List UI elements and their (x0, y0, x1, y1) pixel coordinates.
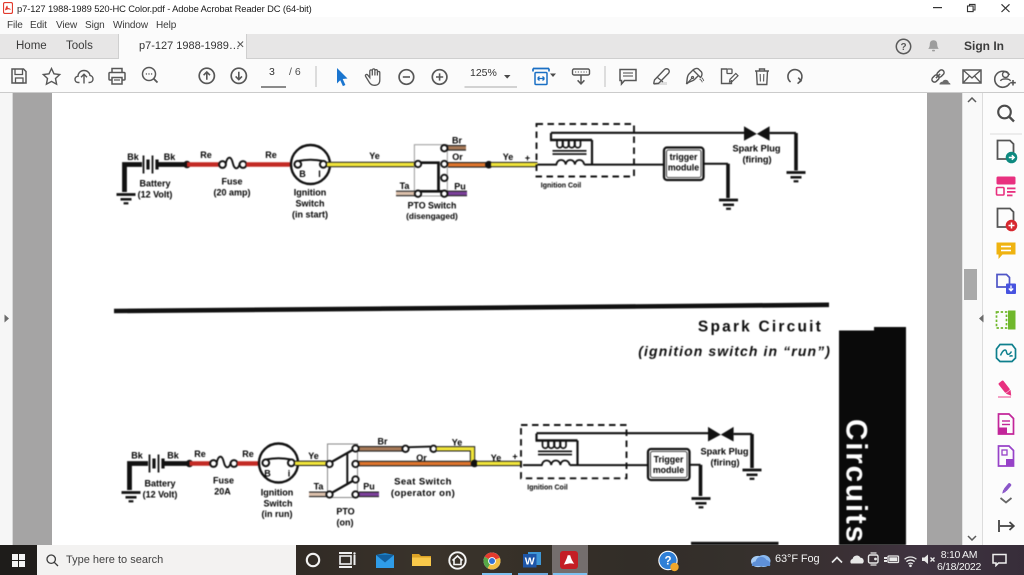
svg-text:Ignition: Ignition (261, 488, 294, 498)
svg-text:Re: Re (194, 449, 206, 459)
svg-text:Or: Or (416, 453, 427, 463)
svg-text:Spark Plug: Spark Plug (733, 144, 781, 154)
svg-text:?: ? (664, 556, 671, 568)
svg-text:Circuits: Circuits (840, 419, 873, 544)
svg-text:Seat Switch: Seat Switch (394, 477, 452, 488)
svg-text:Ye: Ye (491, 453, 502, 463)
svg-text:i: i (288, 469, 291, 479)
svg-text:+: + (525, 153, 530, 163)
svg-text:Bk: Bk (131, 451, 143, 461)
svg-text:Br: Br (377, 437, 387, 447)
svg-text:(firing): (firing) (710, 458, 739, 468)
svg-text:Battery: Battery (144, 479, 175, 489)
svg-text:PTO: PTO (336, 507, 354, 517)
svg-text:I: I (318, 169, 321, 179)
svg-text:Or: Or (452, 152, 463, 162)
svg-text:W: W (525, 556, 535, 568)
svg-text:20A: 20A (214, 487, 231, 497)
svg-text:B: B (264, 469, 271, 479)
svg-text:?: ? (900, 42, 906, 53)
svg-text:+: + (512, 452, 517, 462)
svg-text:Ignition Coil: Ignition Coil (527, 485, 567, 492)
svg-text:Bk: Bk (164, 152, 176, 162)
svg-text:Trigger: Trigger (654, 455, 684, 465)
svg-text:Fuse: Fuse (213, 476, 234, 486)
svg-text:Switch: Switch (295, 199, 324, 209)
svg-text:Bk: Bk (167, 451, 179, 461)
svg-text:Ye: Ye (503, 152, 514, 162)
svg-text:Br: Br (452, 136, 462, 146)
svg-text:Ignition Coil: Ignition Coil (541, 183, 581, 190)
svg-text:Re: Re (265, 150, 277, 160)
svg-text:(disengaged): (disengaged) (406, 211, 458, 221)
svg-text:(ignition switch in “run”): (ignition switch in “run”) (638, 343, 831, 359)
svg-text:Pu: Pu (454, 182, 466, 192)
svg-text:(operator on): (operator on) (391, 488, 455, 499)
svg-text:Switch: Switch (263, 499, 292, 509)
svg-text:(in run): (in run) (262, 509, 293, 519)
svg-text:Ignition: Ignition (294, 188, 327, 198)
svg-text:Re: Re (242, 449, 254, 459)
svg-text:Ye: Ye (452, 438, 463, 448)
svg-text:Spark Plug: Spark Plug (701, 447, 749, 457)
svg-text:trigger: trigger (670, 152, 698, 162)
svg-text:(20 amp): (20 amp) (213, 188, 250, 198)
svg-text:(12 Volt): (12 Volt) (138, 190, 173, 200)
svg-text:Ta: Ta (314, 482, 325, 492)
svg-text:Ta: Ta (400, 181, 411, 191)
svg-text:module: module (653, 465, 684, 475)
svg-text:PTO Switch: PTO Switch (408, 201, 457, 211)
svg-text:Battery: Battery (139, 179, 170, 189)
svg-text:Spark Circuit: Spark Circuit (698, 319, 823, 336)
svg-text:(in start): (in start) (292, 210, 328, 220)
svg-text:(12 Volt): (12 Volt) (143, 490, 178, 500)
svg-text:module: module (668, 163, 699, 173)
svg-text:Pu: Pu (363, 482, 375, 492)
svg-text:Ye: Ye (369, 151, 380, 161)
svg-text:Fuse: Fuse (221, 177, 242, 187)
svg-text:(on): (on) (337, 518, 354, 528)
svg-text:Bk: Bk (127, 152, 139, 162)
svg-text:Re: Re (200, 150, 212, 160)
svg-text:(firing): (firing) (742, 155, 771, 165)
svg-text:Ye: Ye (308, 451, 319, 461)
svg-text:B: B (299, 169, 306, 179)
